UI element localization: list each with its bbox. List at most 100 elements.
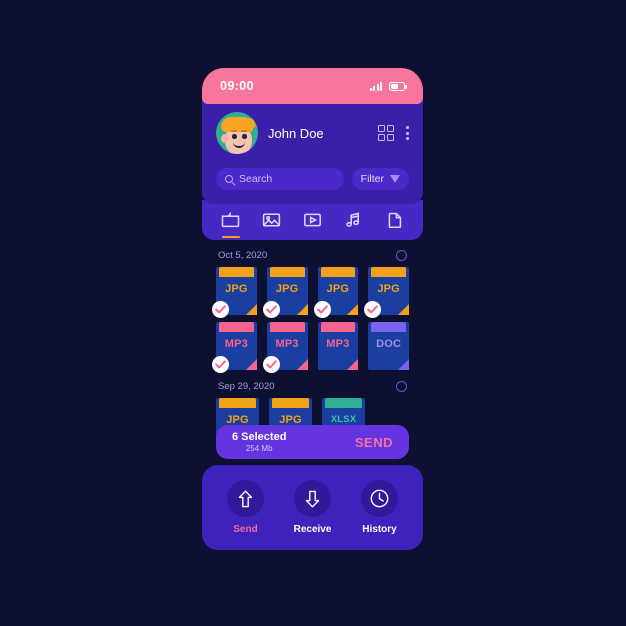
- search-input[interactable]: Search: [216, 168, 344, 190]
- image-icon: [262, 213, 281, 227]
- file-card[interactable]: MP3: [317, 322, 359, 370]
- tab-folder[interactable]: [216, 200, 246, 240]
- tab-video[interactable]: [298, 200, 328, 240]
- file-extension-label: MP3: [224, 338, 248, 350]
- clock-icon: [370, 489, 389, 508]
- nav-circle-send: [227, 480, 264, 517]
- file-type-stripe: [219, 322, 254, 332]
- file-type-stripe: [371, 322, 406, 332]
- file-corner-fold: [398, 359, 409, 370]
- battery-icon: [389, 81, 407, 91]
- arrow-down-icon: [305, 490, 320, 507]
- file-type-stripe: [272, 398, 309, 408]
- file-card[interactable]: JPG: [262, 267, 308, 318]
- nav-label-send: Send: [233, 524, 258, 535]
- file-card[interactable]: DOC: [368, 322, 409, 370]
- file-card[interactable]: MP3: [262, 322, 308, 373]
- filter-label: Filter: [360, 173, 384, 185]
- file-corner-fold: [398, 304, 409, 315]
- search-icon: [225, 175, 233, 183]
- profile-row: John Doe: [216, 112, 409, 154]
- nav-item-send[interactable]: Send: [217, 480, 275, 535]
- filter-button[interactable]: Filter: [351, 168, 409, 190]
- file-card[interactable]: JPG: [212, 267, 257, 318]
- file-type-stripe: [219, 267, 254, 277]
- status-time: 09:00: [220, 79, 254, 93]
- file-extension-label: MP3: [275, 338, 299, 350]
- file-selected-checkmark-icon[interactable]: [212, 356, 229, 373]
- header-card: John Doe Search Filter: [202, 94, 423, 204]
- file-extension-label: DOC: [376, 338, 402, 350]
- grid-view-icon[interactable]: [377, 124, 394, 142]
- file-type-stripe: [269, 322, 305, 332]
- file-extension-label: JPG: [377, 283, 400, 295]
- file-type-stripe: [320, 322, 356, 332]
- send-button[interactable]: SEND: [355, 435, 393, 450]
- funnel-icon: [390, 175, 400, 183]
- nav-circle-receive: [294, 480, 331, 517]
- file-selected-checkmark-icon[interactable]: [262, 301, 280, 318]
- music-note-icon: [346, 212, 359, 227]
- tab-documents[interactable]: [380, 200, 410, 240]
- category-tabbar: [202, 200, 423, 240]
- file-card[interactable]: JPG: [364, 267, 409, 318]
- nav-label-receive: Receive: [293, 524, 332, 535]
- file-extension-label: JPG: [275, 283, 299, 295]
- file-selected-checkmark-icon[interactable]: [313, 301, 331, 318]
- username-label: John Doe: [268, 125, 324, 141]
- header-actions: [377, 124, 409, 142]
- tab-music[interactable]: [339, 200, 369, 240]
- circle-unselected-icon[interactable]: [396, 250, 407, 261]
- file-extension-label: MP3: [326, 338, 350, 350]
- selection-count: 6 Selected: [232, 431, 287, 443]
- file-selected-checkmark-icon[interactable]: [262, 356, 280, 373]
- file-corner-fold: [296, 359, 308, 370]
- file-row: JPG JPG JPG JPG: [212, 267, 409, 318]
- search-row: Search Filter: [216, 168, 409, 190]
- nav-label-history: History: [362, 524, 397, 535]
- folder-icon: [221, 212, 240, 228]
- file-selected-checkmark-icon[interactable]: [364, 301, 382, 318]
- file-extension-label: JPG: [225, 283, 248, 295]
- selection-bar: 6 Selected 254 Mb SEND: [216, 425, 409, 459]
- file-corner-fold: [347, 304, 359, 315]
- signal-bars-icon: [370, 81, 382, 91]
- file-corner-fold: [245, 304, 257, 315]
- selection-size: 254 Mb: [245, 444, 273, 453]
- arrow-up-icon: [238, 490, 253, 507]
- avatar[interactable]: [216, 112, 258, 154]
- file-row: MP3 MP3 MP3 DOC: [212, 322, 409, 373]
- nav-circle-history: [361, 480, 398, 517]
- nav-item-history[interactable]: History: [351, 480, 409, 535]
- file-card[interactable]: JPG: [313, 267, 359, 318]
- status-icons: [370, 81, 407, 91]
- file-type-stripe: [219, 398, 256, 408]
- file-group-header: Sep 29, 2020: [216, 377, 409, 398]
- file-type-stripe: [269, 267, 305, 277]
- file-corner-fold: [245, 359, 257, 370]
- file-extension-label: XLSX: [330, 414, 357, 425]
- file-extension-label: JPG: [326, 283, 350, 295]
- group-date-label: Sep 29, 2020: [218, 381, 275, 392]
- search-placeholder: Search: [239, 173, 273, 185]
- tab-images[interactable]: [257, 200, 287, 240]
- group-date-label: Oct 5, 2020: [218, 250, 268, 261]
- file-groups: Oct 5, 2020 JPG JPG JPG JPG MP3 MP3 MP3 DOC Sep 2…: [212, 246, 409, 446]
- phone-mockup: 09:00 John Doe Search Filter Oct 5, 2020…: [202, 68, 423, 550]
- nav-item-receive[interactable]: Receive: [284, 480, 342, 535]
- more-vertical-icon[interactable]: [406, 126, 409, 140]
- file-corner-fold: [347, 359, 359, 370]
- video-play-icon: [304, 213, 321, 227]
- file-type-stripe: [325, 398, 362, 408]
- file-corner-fold: [296, 304, 308, 315]
- file-type-stripe: [371, 267, 406, 277]
- file-card[interactable]: MP3: [212, 322, 257, 373]
- document-icon: [388, 212, 402, 228]
- file-type-stripe: [320, 267, 356, 277]
- selection-summary: 6 Selected 254 Mb: [232, 431, 286, 453]
- bottom-navigation: Send Receive History: [202, 465, 423, 550]
- file-selected-checkmark-icon[interactable]: [212, 301, 229, 318]
- status-bar: 09:00: [202, 68, 423, 104]
- file-browser-content: Oct 5, 2020 JPG JPG JPG JPG MP3 MP3 MP3 DOC Sep 2…: [202, 246, 423, 459]
- circle-unselected-icon[interactable]: [396, 381, 407, 392]
